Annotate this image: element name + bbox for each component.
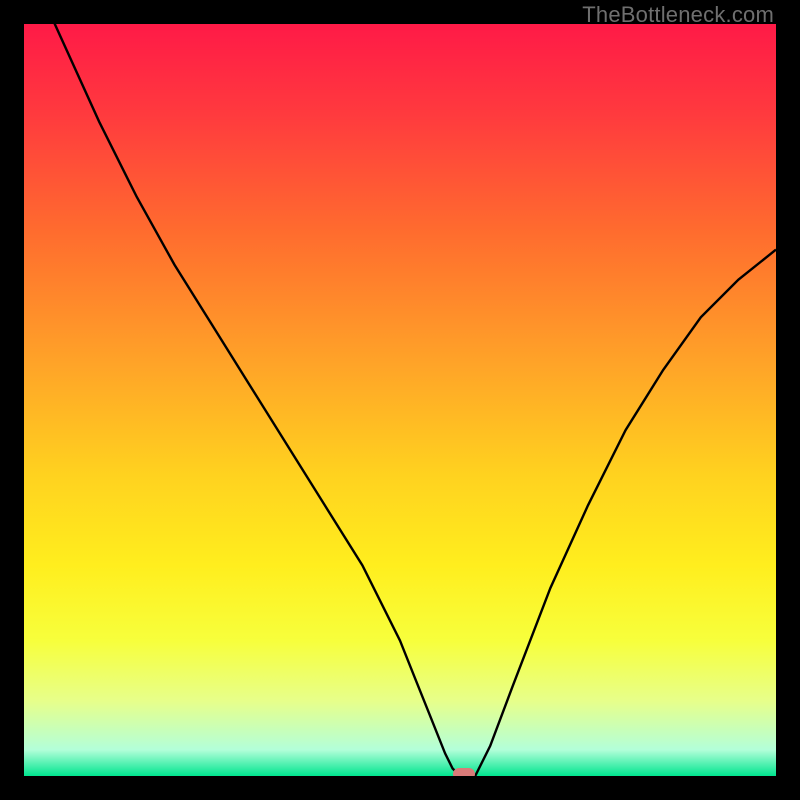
bottleneck-curve bbox=[24, 24, 776, 776]
optimal-point-marker bbox=[453, 768, 475, 776]
chart-frame: TheBottleneck.com bbox=[0, 0, 800, 800]
plot-area bbox=[24, 24, 776, 776]
